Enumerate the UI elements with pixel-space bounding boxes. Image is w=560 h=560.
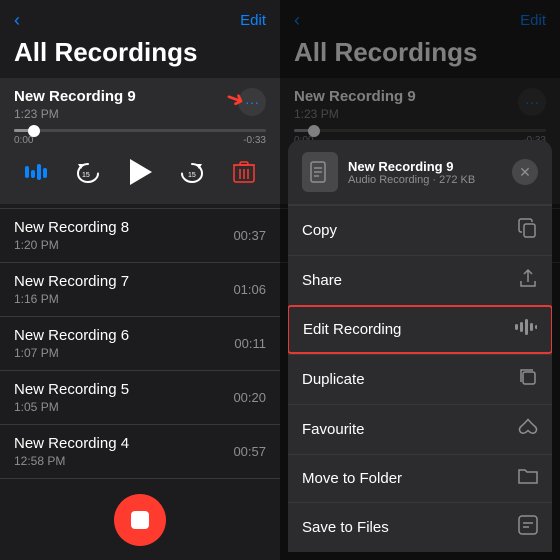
progress-end: -0:33 xyxy=(243,135,266,146)
context-save-button[interactable]: Save to Files xyxy=(288,502,552,552)
active-recording-name: New Recording 9 xyxy=(14,88,136,105)
left-title: All Recordings xyxy=(0,35,280,78)
duplicate-label: Duplicate xyxy=(302,371,365,388)
left-panel: ‹ Edit All Recordings New Recording 9 1:… xyxy=(0,0,280,560)
save-label: Save to Files xyxy=(302,519,389,536)
right-panel: ‹ Edit All Recordings New Recording 9 1:… xyxy=(280,0,560,560)
context-menu: Copy Share xyxy=(288,205,552,552)
copy-icon xyxy=(518,218,538,243)
context-file-header: New Recording 9 Audio Recording · 272 KB… xyxy=(288,140,552,205)
context-overlay: New Recording 9 Audio Recording · 272 KB… xyxy=(280,0,560,560)
active-recording-time: 1:23 PM xyxy=(14,107,136,121)
move-icon xyxy=(518,467,538,490)
edit-recording-label: Edit Recording xyxy=(303,321,401,338)
share-icon xyxy=(518,268,538,293)
progress-bar[interactable]: 0:00 -0:33 xyxy=(14,129,266,146)
left-edit-button[interactable]: Edit xyxy=(240,12,266,29)
save-icon xyxy=(518,515,538,540)
record-icon xyxy=(131,511,149,529)
context-copy-button[interactable]: Copy xyxy=(288,205,552,255)
context-favourite-button[interactable]: Favourite xyxy=(288,404,552,454)
share-label: Share xyxy=(302,272,342,289)
favourite-icon xyxy=(518,417,538,442)
list-item[interactable]: New Recording 4 12:58 PM 00:57 xyxy=(0,424,280,478)
svg-text:15: 15 xyxy=(188,172,196,179)
left-recording-list: New Recording 8 1:20 PM 00:37 New Record… xyxy=(0,208,280,482)
eq-button[interactable] xyxy=(18,154,54,190)
list-item[interactable]: New Recording 6 1:07 PM 00:11 xyxy=(0,316,280,370)
playback-controls: 15 15 xyxy=(14,148,266,196)
list-item[interactable]: New Recording 5 1:05 PM 00:20 xyxy=(0,370,280,424)
favourite-label: Favourite xyxy=(302,421,365,438)
context-file-meta: Audio Recording · 272 KB xyxy=(348,174,475,186)
context-duplicate-button[interactable]: Duplicate xyxy=(288,354,552,404)
move-label: Move to Folder xyxy=(302,470,402,487)
context-close-button[interactable]: ✕ xyxy=(512,159,538,185)
context-file-name: New Recording 9 xyxy=(348,159,475,174)
list-item[interactable]: New Recording 8 1:20 PM 00:37 xyxy=(0,208,280,262)
progress-start: 0:00 xyxy=(14,135,33,146)
delete-button[interactable] xyxy=(226,154,262,190)
edit-recording-icon xyxy=(515,319,537,340)
record-button[interactable] xyxy=(114,494,166,546)
left-header: ‹ Edit xyxy=(0,0,280,35)
left-active-recording: New Recording 9 1:23 PM ··· ➜ 0:00 -0:33 xyxy=(0,78,280,204)
duplicate-icon xyxy=(518,367,538,392)
list-item[interactable]: New Recording 7 1:16 PM 01:06 xyxy=(0,262,280,316)
play-button[interactable] xyxy=(122,154,158,190)
rewind-button[interactable]: 15 xyxy=(70,154,106,190)
svg-text:15: 15 xyxy=(82,172,90,179)
forward-button[interactable]: 15 xyxy=(174,154,210,190)
context-edit-recording-button[interactable]: Edit Recording xyxy=(288,305,552,354)
file-icon xyxy=(302,152,338,192)
context-move-button[interactable]: Move to Folder xyxy=(288,454,552,502)
context-share-button[interactable]: Share xyxy=(288,255,552,305)
record-container xyxy=(0,482,280,560)
copy-label: Copy xyxy=(302,222,337,239)
left-back-button[interactable]: ‹ xyxy=(14,10,20,31)
